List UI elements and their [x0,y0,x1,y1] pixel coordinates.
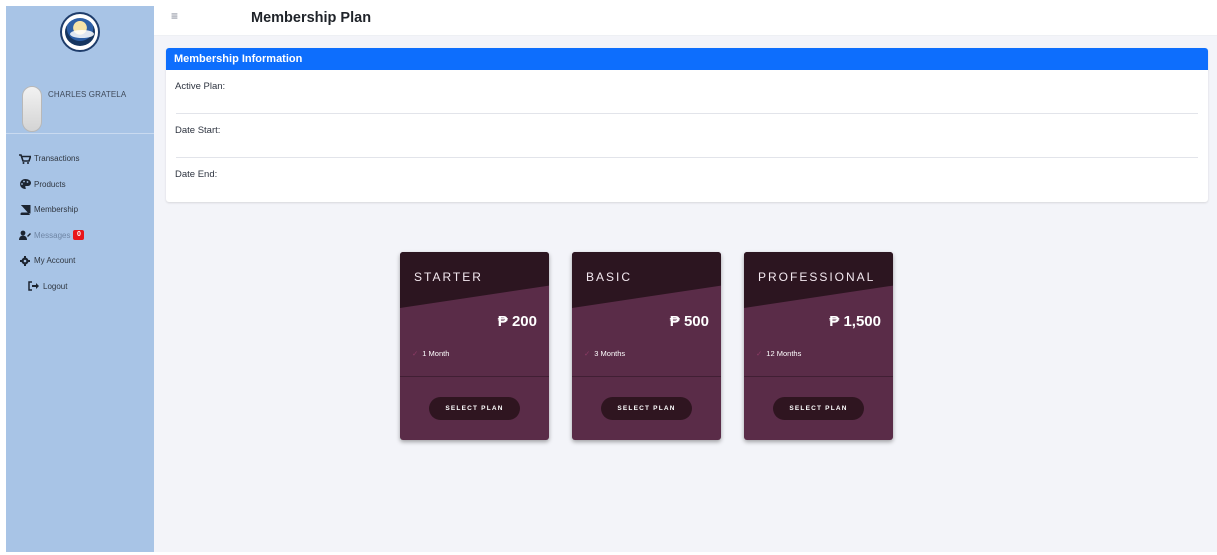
plan-divider [572,376,721,377]
sidebar-item-label: Products [34,179,66,189]
user-profile: CHARLES GRATELA [6,78,154,134]
plan-duration: 12 Months [766,349,802,358]
sidebar-item-membership[interactable]: Membership [6,197,154,223]
plan-card-professional: PROFESSIONAL ₱ 1,500 ✓ 12 Months SELECT P… [744,252,893,440]
messages-count-badge: 0 [73,230,85,241]
sidebar-item-label: Logout [43,281,68,291]
sidebar-item-label: Membership [34,205,79,215]
sidebar-item-messages[interactable]: Messages 0 [6,223,154,249]
plan-feature: ✓ 1 Month [412,349,449,358]
sidebar-item-transactions[interactable]: Transactions [6,146,154,172]
gear-icon [20,255,30,266]
date-start-label: Date Start: [175,125,221,136]
sidebar-item-label: Messages [34,230,71,240]
sidebar-item-label: Transactions [34,154,80,164]
hamburger-menu-icon[interactable]: ≡ [171,9,178,23]
user-edit-icon [19,230,31,241]
palette-icon [20,179,31,190]
plan-cards: STARTER ₱ 200 ✓ 1 Month SELECT PLAN BASIC… [400,252,900,442]
date-end-label: Date End: [175,169,218,180]
date-start-row: Date Start: [175,114,1198,158]
date-end-row: Date End: [175,158,1198,202]
plan-card-starter: STARTER ₱ 200 ✓ 1 Month SELECT PLAN [400,252,549,440]
plan-duration: 3 Months [594,349,626,358]
cart-icon [19,153,31,164]
sidebar-item-logout[interactable]: Logout [6,274,154,300]
plan-feature: ✓ 3 Months [584,349,625,358]
sidebar-nav: Transactions Products Membership Message… [6,146,154,299]
sidebar-item-label: My Account [34,256,76,266]
plan-feature: ✓ 12 Months [756,349,801,358]
select-plan-button[interactable]: SELECT PLAN [773,397,864,420]
top-bar: ≡ Membership Plan [154,6,1217,36]
check-icon: ✓ [756,349,763,358]
plan-price: ₱ 500 [669,313,709,330]
plan-price: ₱ 200 [497,313,537,330]
active-plan-row: Active Plan: [175,70,1198,114]
logo [60,12,100,52]
sidebar-item-my-account[interactable]: My Account [6,248,154,274]
plan-card-basic: BASIC ₱ 500 ✓ 3 Months SELECT PLAN [572,252,721,440]
plan-name: STARTER [414,270,483,284]
main-content: Membership Information Active Plan: Date… [154,36,1217,552]
page-title: Membership Plan [251,10,372,26]
select-plan-button[interactable]: SELECT PLAN [429,397,520,420]
membership-info-header: Membership Information [166,48,1208,70]
avatar [22,86,42,132]
book-icon [20,204,31,215]
plan-divider [400,376,549,377]
check-icon: ✓ [584,349,591,358]
user-name: CHARLES GRATELA [48,90,127,99]
plan-name: BASIC [586,270,633,284]
plan-name: PROFESSIONAL [758,270,876,284]
select-plan-button[interactable]: SELECT PLAN [601,397,692,420]
sidebar-item-products[interactable]: Products [6,172,154,198]
sidebar: CHARLES GRATELA Transactions Products Me… [6,6,154,552]
check-icon: ✓ [412,349,419,358]
membership-info-card: Membership Information Active Plan: Date… [166,48,1208,202]
plan-duration: 1 Month [422,349,450,358]
plan-price: ₱ 1,500 [829,313,881,330]
plan-divider [744,376,893,377]
active-plan-label: Active Plan: [175,81,226,92]
logout-icon [28,281,39,291]
